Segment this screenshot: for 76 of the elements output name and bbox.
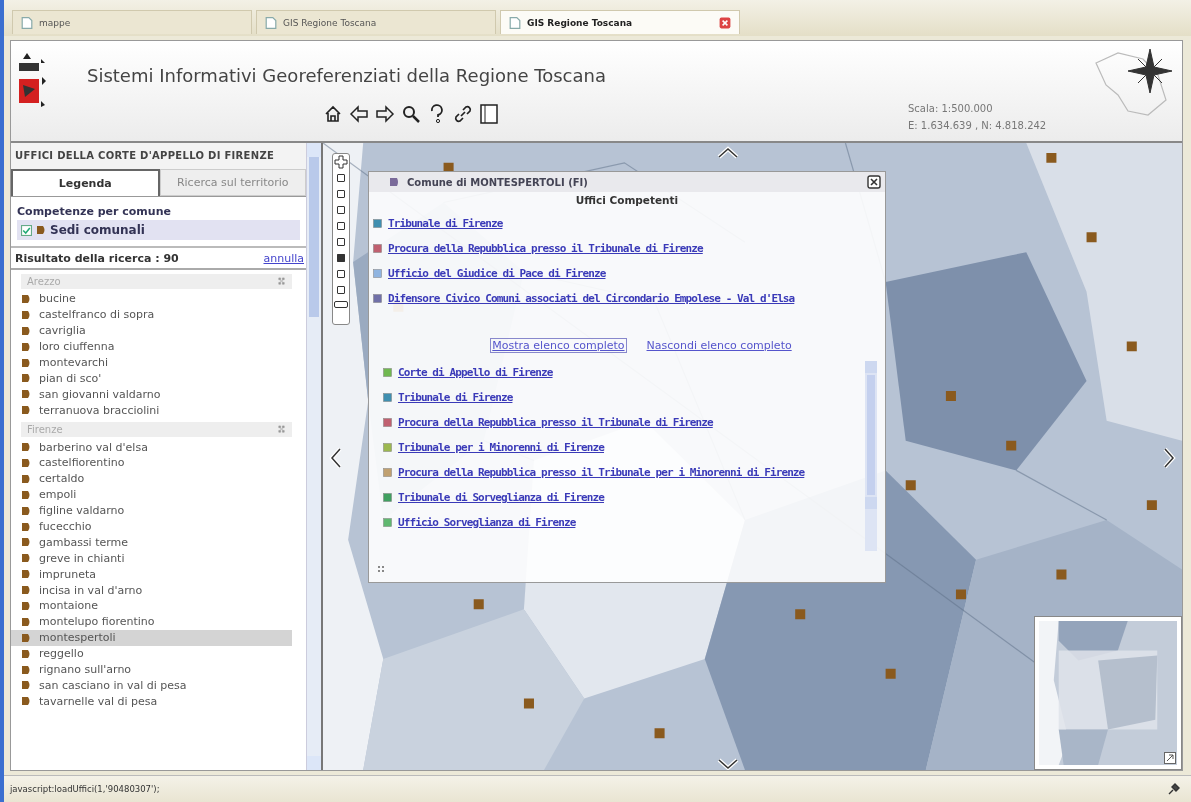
- marker-icon: [21, 293, 31, 304]
- result-item[interactable]: empoli: [11, 486, 292, 503]
- marker-icon: [21, 405, 31, 416]
- checkbox[interactable]: [21, 224, 32, 236]
- result-item[interactable]: montelupo fiorentino: [11, 613, 292, 630]
- marker-icon: [21, 553, 31, 564]
- result-item[interactable]: figline valdarno: [11, 502, 292, 519]
- status-text: javascript:loadUffici(1,'90480307');: [10, 784, 160, 794]
- plug-icon: [1167, 782, 1181, 796]
- forward-arrow-icon[interactable]: [375, 104, 395, 124]
- marker-icon: [21, 325, 31, 336]
- marker-icon: [21, 648, 31, 659]
- marker-icon: [21, 505, 31, 516]
- panel-title: UFFICI DELLA CORTE D'APPELLO DI FIRENZE: [11, 143, 306, 169]
- browser-tab[interactable]: GIS Regione Toscana: [500, 10, 740, 34]
- result-item[interactable]: pian di sco': [11, 370, 292, 387]
- cancel-link[interactable]: annulla: [263, 252, 304, 265]
- marker-icon: [21, 309, 31, 320]
- marker-icon: [21, 341, 31, 352]
- marker-icon: [21, 489, 31, 500]
- result-item[interactable]: san casciano in val di pesa: [11, 677, 292, 694]
- marker-icon: [21, 357, 31, 368]
- browser-tab[interactable]: mappe: [12, 10, 252, 34]
- result-item[interactable]: barberino val d'elsa: [11, 439, 292, 455]
- layer-label: Sedi comunali: [50, 223, 145, 237]
- legend-heading: Competenze per comune: [17, 205, 172, 218]
- result-item[interactable]: castelfiorentino: [11, 455, 292, 471]
- marker-icon: [21, 373, 31, 384]
- result-item[interactable]: rignano sull'arno: [11, 661, 292, 678]
- marker-icon: [21, 600, 31, 611]
- search-icon[interactable]: [401, 104, 421, 124]
- result-item[interactable]: bucine: [11, 291, 292, 307]
- browser-tab[interactable]: GIS Regione Toscana: [256, 10, 496, 34]
- marker-icon: [21, 473, 31, 484]
- result-item[interactable]: tavarnelle val di pesa: [11, 693, 292, 710]
- marker-icon: [21, 537, 31, 548]
- home-icon[interactable]: [323, 104, 343, 124]
- result-item[interactable]: cavriglia: [11, 322, 292, 339]
- marker-icon: [21, 442, 31, 453]
- marker-icon: [21, 664, 31, 675]
- result-item[interactable]: greve in chianti: [11, 550, 292, 567]
- scale-label: Scala: 1:500.000: [908, 103, 993, 114]
- marker-icon: [21, 521, 31, 532]
- result-item[interactable]: montespertoli: [11, 629, 292, 646]
- marker-icon: [21, 632, 31, 643]
- back-arrow-icon[interactable]: [349, 104, 369, 124]
- marker-icon: [21, 616, 31, 627]
- result-item[interactable]: reggello: [11, 645, 292, 662]
- marker-icon: [21, 569, 31, 580]
- result-item[interactable]: incisa in val d'arno: [11, 582, 292, 599]
- coordinates-label: E: 1.634.639 , N: 4.818.242: [908, 120, 1047, 131]
- page-icon: [265, 15, 277, 30]
- marker-icon: [21, 680, 31, 691]
- tab[interactable]: Legenda: [11, 169, 160, 196]
- page-icon: [509, 15, 521, 30]
- scrollbar[interactable]: [306, 143, 321, 770]
- results-heading: Risultato della ricerca : 90: [15, 252, 179, 265]
- panel-icon[interactable]: [479, 104, 499, 124]
- result-item[interactable]: montevarchi: [11, 354, 292, 371]
- link-icon[interactable]: [453, 104, 473, 124]
- result-item[interactable]: castelfranco di sopra: [11, 306, 292, 323]
- result-item[interactable]: gambassi terme: [11, 534, 292, 551]
- result-item[interactable]: terranuova bracciolini: [11, 402, 292, 419]
- result-item[interactable]: impruneta: [11, 566, 292, 583]
- result-item[interactable]: montaione: [11, 598, 292, 614]
- page-title: Sistemi Informativi Georeferenziati della Regione Toscana: [87, 65, 606, 86]
- result-item[interactable]: san giovanni valdarno: [11, 386, 292, 403]
- marker-icon: [21, 585, 31, 596]
- result-item[interactable]: fucecchio: [11, 518, 292, 535]
- marker-icon: [21, 696, 31, 707]
- marker-icon: [21, 389, 31, 400]
- page-icon: [21, 15, 33, 30]
- marker-icon: [36, 225, 46, 235]
- marker-icon: [21, 457, 31, 468]
- result-item[interactable]: loro ciuffenna: [11, 338, 292, 355]
- result-item[interactable]: certaldo: [11, 470, 292, 487]
